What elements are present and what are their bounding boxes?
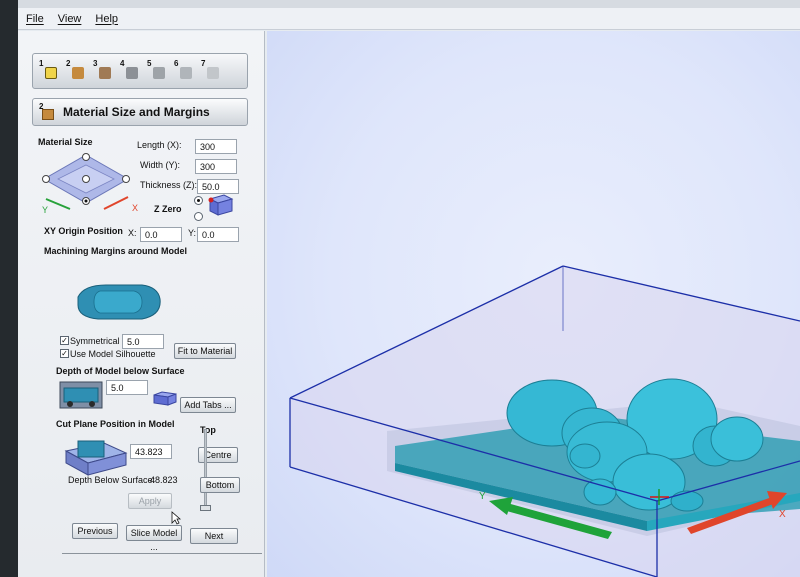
viewport-axis-x: X — [779, 509, 786, 520]
next-button[interactable]: Next — [190, 528, 238, 544]
diagram-axis-x: X — [132, 203, 139, 213]
step-number: 4 — [120, 59, 125, 68]
depth-preview-icon — [59, 381, 103, 409]
menu-view[interactable]: View — [58, 13, 82, 25]
apply-button[interactable]: Apply — [128, 493, 172, 509]
margin-input[interactable]: 5.0 — [122, 334, 164, 349]
mouse-cursor-icon — [171, 511, 182, 525]
silhouette-checkbox[interactable]: ✓ — [60, 349, 69, 358]
depth-below-value: 48.823 — [150, 475, 178, 485]
fit-to-material-button[interactable]: Fit to Material — [174, 343, 236, 359]
symmetrical-label: Symmetrical — [70, 336, 120, 346]
add-tabs-button[interactable]: Add Tabs ... — [180, 397, 236, 413]
step-number: 2 — [66, 59, 71, 68]
zzero-top-radio[interactable] — [194, 196, 203, 205]
nav-separator — [62, 553, 262, 554]
width-input[interactable]: 300 — [195, 159, 237, 174]
margins-heading: Machining Margins around Model — [44, 246, 188, 256]
step-number: 5 — [147, 59, 152, 68]
tool-icon — [126, 67, 138, 79]
step-4-button[interactable]: 4 — [120, 59, 142, 83]
cutplane-heading: Cut Plane Position in Model — [56, 419, 175, 429]
step-number: 1 — [39, 59, 44, 68]
settings-panel: 1 2 3 4 5 6 7 2 Material Size and Margin… — [18, 31, 265, 577]
step-6-button[interactable]: 6 — [174, 59, 196, 83]
cutplane-preview-icon — [64, 440, 128, 476]
slice-icon — [99, 67, 111, 79]
diagram-axis-y: Y — [42, 205, 49, 215]
section-title: Material Size and Margins — [63, 105, 210, 119]
origin-y-label: Y: — [188, 228, 197, 238]
title-strip — [18, 0, 800, 8]
origin-x-input[interactable]: 0.0 — [140, 227, 182, 242]
menu-bar: File View Help — [18, 8, 800, 30]
zzero-label: Z Zero — [154, 204, 182, 214]
symmetrical-checkbox[interactable]: ✓ — [60, 336, 69, 345]
step-1-button[interactable]: 1 — [39, 59, 61, 83]
viewport-axis-y: Y — [479, 491, 486, 502]
length-label: Length (X): — [137, 140, 182, 150]
slice-model-button[interactable]: Slice Model ... — [126, 525, 182, 552]
model-icon — [45, 67, 57, 79]
step-toolbar: 1 2 3 4 5 6 7 — [32, 53, 248, 89]
depth-heading: Depth of Model below Surface — [56, 366, 185, 376]
thickness-input[interactable]: 50.0 — [197, 179, 239, 194]
cutplane-slider-thumb[interactable] — [200, 505, 211, 511]
depth-below-label: Depth Below Surface: — [68, 475, 156, 485]
toolpath-icon — [153, 67, 165, 79]
step-3-button[interactable]: 3 — [93, 59, 115, 83]
material-cube-icon — [42, 109, 54, 120]
bottom-button[interactable]: Bottom — [200, 477, 240, 493]
preview-icon — [180, 67, 192, 79]
previous-button[interactable]: Previous — [72, 523, 118, 539]
material-diagram — [42, 153, 130, 210]
width-label: Width (Y): — [140, 160, 181, 170]
step-2-button[interactable]: 2 — [66, 59, 88, 83]
tab-block-icon — [153, 391, 177, 406]
thickness-label: Thickness (Z): — [140, 180, 198, 190]
car-model-preview — [77, 284, 161, 320]
cutplane-input[interactable]: 43.823 — [130, 444, 172, 459]
step-5-button[interactable]: 5 — [147, 59, 169, 83]
step-number: 3 — [93, 59, 98, 68]
origin-x-label: X: — [128, 228, 137, 238]
step-number: 6 — [174, 59, 179, 68]
menu-help[interactable]: Help — [95, 13, 118, 25]
length-input[interactable]: 300 — [195, 139, 237, 154]
zzero-bottom-radio[interactable] — [194, 212, 203, 221]
cutplane-slider-track[interactable] — [204, 429, 207, 511]
menu-file[interactable]: File — [26, 13, 44, 25]
silhouette-label: Use Model Silhouette — [70, 349, 156, 359]
origin-y-input[interactable]: 0.0 — [197, 227, 239, 242]
step-7-button[interactable]: 7 — [201, 59, 223, 83]
step-number: 7 — [201, 59, 206, 68]
depth-input[interactable]: 5.0 — [106, 380, 148, 395]
origin-label: XY Origin Position — [44, 226, 123, 236]
cutplane-top-label: Top — [200, 425, 216, 435]
app-window: File View Help 1 2 3 4 5 6 7 2 Material … — [18, 0, 800, 577]
section-header: 2 Material Size and Margins — [32, 98, 248, 126]
material-size-heading: Material Size — [38, 137, 93, 147]
zzero-block-icon — [208, 194, 234, 216]
material-icon — [72, 67, 84, 79]
3d-viewport[interactable]: Y X — [267, 31, 800, 577]
scene-3d — [289, 265, 800, 577]
save-icon — [207, 67, 219, 79]
